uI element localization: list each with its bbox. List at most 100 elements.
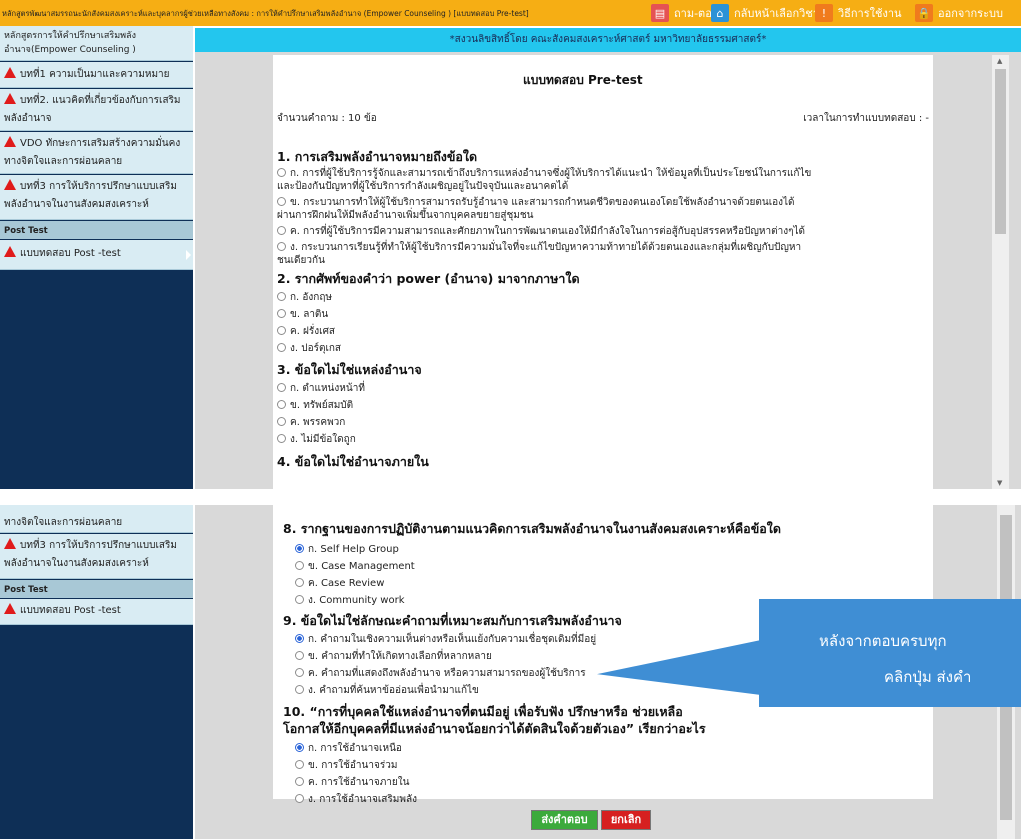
scrollbar[interactable]: ▲ ▼	[992, 55, 1009, 489]
scroll-down-icon[interactable]: ▼	[997, 479, 1002, 487]
radio-button[interactable]	[295, 777, 304, 786]
sidebar-item-post-test[interactable]: แบบทดสอบ Post -test	[0, 240, 193, 270]
answer-option-continued: ผ่านการฝึกฝนให้มีพลังอำนาจเพิ่มขึ้นจากบุ…	[277, 210, 534, 221]
warning-triangle-icon	[4, 603, 16, 614]
answer-option[interactable]: ค. Case Review	[295, 576, 384, 591]
answer-option[interactable]: ก. คำถามในเชิงความเห็นต่างหรือเห็นแย้งกั…	[295, 632, 596, 647]
nav-how-to-use-link[interactable]: ! วิธีการใช้งาน	[815, 3, 902, 23]
radio-button[interactable]	[277, 434, 286, 443]
radio-button[interactable]	[295, 794, 304, 803]
radio-button[interactable]	[277, 400, 286, 409]
sidebar-post-test-heading: Post Test	[0, 580, 193, 598]
answer-option[interactable]: ค. การใช้อำนาจภายใน	[295, 775, 409, 790]
answer-option-continued: และป้องกันปัญหาที่ผู้ใช้บริการกำลังเผชิญ…	[277, 181, 569, 192]
content-area: แบบทดสอบ Pre-test จำนวนคำถาม : 10 ข้อ เว…	[195, 52, 1021, 489]
radio-button-selected[interactable]	[295, 743, 304, 752]
warning-triangle-icon	[4, 538, 16, 549]
radio-button[interactable]	[295, 561, 304, 570]
answer-option[interactable]: ข. Case Management	[295, 559, 415, 574]
radio-button[interactable]	[295, 760, 304, 769]
answer-option[interactable]: ง. ปอร์ตุเกส	[277, 341, 341, 356]
sidebar-item-chapter3[interactable]: บทที่3 การให้บริการปรึกษาแบบเสริมพลังอำน…	[0, 175, 193, 220]
answer-option[interactable]: ข. ทรัพย์สมบัติ	[277, 398, 353, 413]
chat-icon: ▤	[651, 4, 669, 22]
answer-option[interactable]: ข. ลาติน	[277, 307, 328, 322]
radio-button[interactable]	[277, 242, 286, 251]
radio-button[interactable]	[277, 343, 286, 352]
radio-button[interactable]	[295, 578, 304, 587]
radio-button[interactable]	[277, 383, 286, 392]
answer-option[interactable]: ก. การใช้อำนาจเหนือ	[295, 741, 402, 756]
radio-button-selected[interactable]	[295, 634, 304, 643]
scroll-up-icon[interactable]: ▲	[997, 57, 1002, 65]
radio-button[interactable]	[277, 168, 286, 177]
sidebar-item-chapter2[interactable]: บทที่2. แนวคิดที่เกี่ยวข้องกับการเสริมพล…	[0, 89, 193, 131]
sidebar-item-vdo[interactable]: VDO ทักษะการเสริมสร้างความมั่นคงทางจิตใจ…	[0, 132, 193, 174]
answer-option[interactable]: ก. อังกฤษ	[277, 290, 332, 305]
answer-option[interactable]: ง. การใช้อำนาจเสริมพลัง	[295, 792, 417, 807]
radio-button[interactable]	[277, 226, 286, 235]
answer-option-continued: ชนเดียวกัน	[277, 255, 325, 266]
caret-right-icon	[186, 249, 191, 260]
sidebar: ทางจิตใจและการผ่อนคลาย บทที่3 การให้บริก…	[0, 505, 193, 839]
radio-button[interactable]	[277, 197, 286, 206]
radio-button[interactable]	[277, 326, 286, 335]
radio-button[interactable]	[295, 685, 304, 694]
question-title: 9. ข้อใดไม่ใช่ลักษณะคำถามที่เหมาะสมกับกา…	[283, 613, 622, 628]
answer-option[interactable]: ค. การที่ผู้ใช้บริการมีความสามารถและศักย…	[277, 224, 805, 239]
question-title: 8. รากฐานของการปฏิบัติงานตามแนวคิดการเสร…	[283, 521, 781, 536]
answer-option[interactable]: ง. Community work	[295, 593, 405, 608]
answer-option[interactable]: ค. คำถามที่แสดงถึงพลังอำนาจ หรือความสามา…	[295, 666, 586, 681]
question-title: 3. ข้อใดไม่ใช่แหล่งอำนาจ	[277, 362, 422, 377]
warning-triangle-icon	[4, 179, 16, 190]
warning-triangle-icon	[4, 246, 16, 257]
course-breadcrumb: หลักสูตรพัฒนาสมรรถนะนักสังคมสงเคราะห์และ…	[2, 9, 529, 18]
answer-option[interactable]: ก. Self Help Group	[295, 542, 399, 557]
radio-button[interactable]	[295, 651, 304, 660]
question-title-continued: โอกาสให้อีกบุคคลที่มีแหล่งอำนาจน้อยกว่าไ…	[283, 721, 706, 736]
sidebar-post-test-heading: Post Test	[0, 221, 193, 239]
answer-option[interactable]: ง. ไม่มีข้อใดถูก	[277, 432, 356, 447]
submit-button[interactable]: ส่งคำตอบ	[531, 810, 598, 830]
instruction-callout: หลังจากตอบครบทุก คลิกปุ่ม ส่งคำ	[759, 599, 1021, 707]
warning-triangle-icon	[4, 136, 16, 147]
sidebar-course-heading: หลักสูตรการให้คำปรึกษาเสริมพลังอำนาจ(Emp…	[0, 26, 193, 61]
answer-option[interactable]: ง. คำถามที่ค้นหาข้ออ่อนเพื่อนำมาแก้ไข	[295, 683, 479, 698]
question-title: 1. การเสริมพลังอำนาจหมายถึงข้อใด	[277, 149, 478, 164]
answer-option[interactable]: ค. ฝรั่งเศส	[277, 324, 335, 339]
radio-button[interactable]	[295, 595, 304, 604]
quiz-title: แบบทดสอบ Pre-test	[523, 73, 643, 87]
warning-triangle-icon	[4, 93, 16, 104]
answer-option[interactable]: ก. ตำแหน่งหน้าที่	[277, 381, 365, 396]
info-icon: !	[815, 4, 833, 22]
scrollbar-thumb[interactable]	[995, 69, 1006, 234]
callout-line1: หลังจากตอบครบทุก	[819, 632, 947, 650]
time-label: เวลาในการทำแบบทดสอบ : -	[803, 113, 929, 124]
radio-button[interactable]	[277, 417, 286, 426]
sidebar-item-post-test[interactable]: แบบทดสอบ Post -test	[0, 599, 193, 625]
sidebar: หลักสูตรการให้คำปรึกษาเสริมพลังอำนาจ(Emp…	[0, 26, 193, 489]
radio-button[interactable]	[277, 292, 286, 301]
sidebar-item-vdo-partial[interactable]: ทางจิตใจและการผ่อนคลาย	[0, 505, 193, 533]
warning-triangle-icon	[4, 67, 16, 78]
cancel-button[interactable]: ยกเลิก	[601, 810, 651, 830]
nav-back-to-courses-link[interactable]: ⌂ กลับหน้าเลือกวิชา	[711, 3, 819, 23]
question-title: 4. ข้อใดไม่ใช่อำนาจภายใน	[277, 454, 429, 469]
top-menu-bar: หลักสูตรพัฒนาสมรรถนะนักสังคมสงเคราะห์และ…	[0, 0, 1021, 26]
radio-button[interactable]	[277, 309, 286, 318]
top-screenshot-panel: หลักสูตรพัฒนาสมรรถนะนักสังคมสงเคราะห์และ…	[0, 0, 1021, 489]
nav-qa-link[interactable]: ▤ ถาม-ตอบ	[651, 3, 719, 23]
answer-option[interactable]: ข. คำถามที่ทำให้เกิดทางเลือกที่หลากหลาย	[295, 649, 492, 664]
answer-option[interactable]: ง. กระบวนการเรียนรู้ที่ทำให้ผู้ใช้บริการ…	[277, 240, 801, 255]
radio-button-selected[interactable]	[295, 544, 304, 553]
sidebar-item-chapter1[interactable]: บทที่1 ความเป็นมาและความหมาย	[0, 62, 193, 88]
sidebar-item-chapter3[interactable]: บทที่3 การให้บริการปรึกษาแบบเสริมพลังอำน…	[0, 534, 193, 579]
copyright-banner: *สงวนลิขสิทธิ์โดย คณะสังคมสงเคราะห์ศาสตร…	[195, 28, 1021, 52]
answer-option[interactable]: ข. การใช้อำนาจร่วม	[295, 758, 397, 773]
lock-icon: 🔒	[915, 4, 933, 22]
home-icon: ⌂	[711, 4, 729, 22]
nav-logout-link[interactable]: 🔒 ออกจากระบบ	[915, 3, 1003, 23]
question-title: 2. รากศัพท์ของคำว่า power (อำนาจ) มาจากภ…	[277, 271, 580, 286]
answer-option[interactable]: ค. พรรคพวก	[277, 415, 345, 430]
radio-button[interactable]	[295, 668, 304, 677]
